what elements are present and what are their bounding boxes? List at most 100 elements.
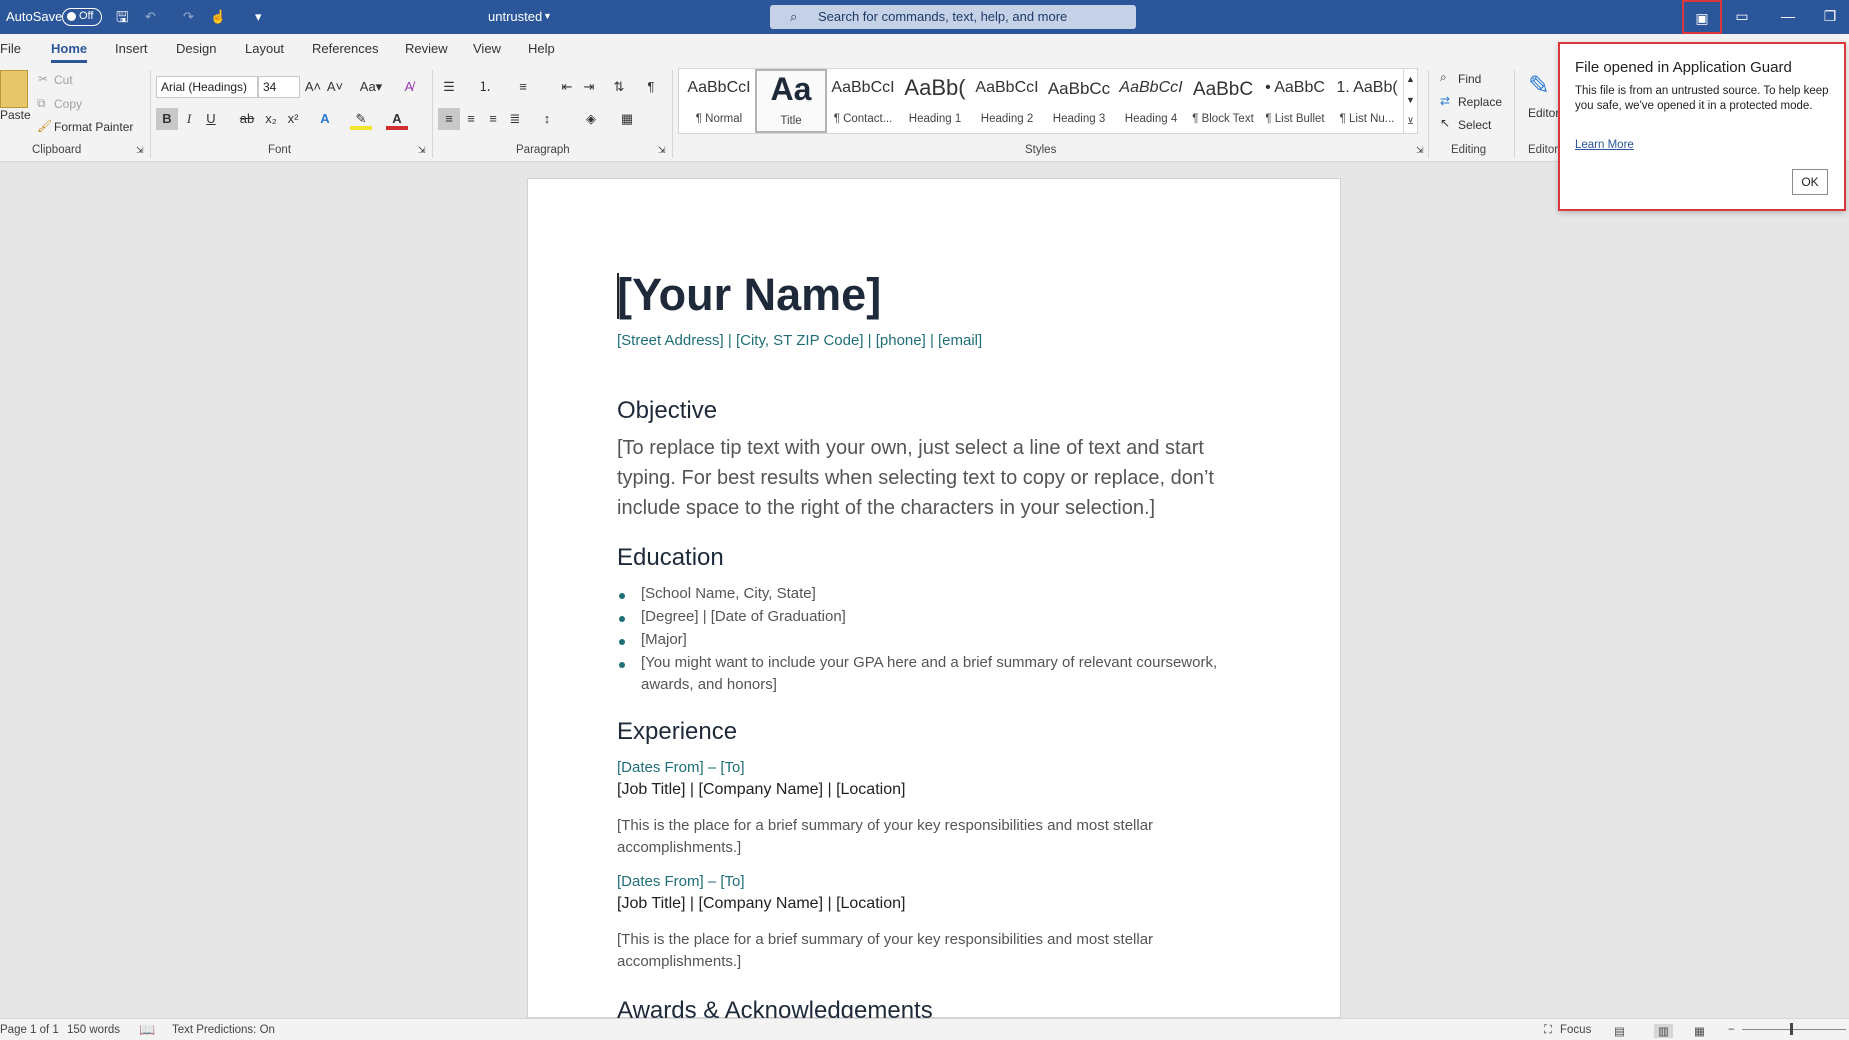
- education-item[interactable]: [You might want to include your GPA here…: [641, 654, 1217, 671]
- minimize-icon[interactable]: —: [1768, 0, 1808, 34]
- application-guard-icon[interactable]: ▣: [1682, 0, 1722, 34]
- education-item[interactable]: [School Name, City, State]: [641, 585, 816, 602]
- style-heading-1[interactable]: AaBb(Heading 1: [899, 69, 971, 133]
- justify-icon[interactable]: ≣: [504, 108, 526, 130]
- style-list-bullet[interactable]: • AaBbC ¶ List Bullet: [1259, 69, 1331, 133]
- style-heading-2[interactable]: AaBbCcI Heading 2: [971, 69, 1043, 133]
- copy-icon[interactable]: ⧉: [37, 96, 46, 111]
- education-item-continued[interactable]: awards, and honors]: [641, 676, 777, 693]
- job-title[interactable]: [Job Title] | [Company Name] | [Location…: [617, 895, 905, 913]
- tab-file[interactable]: File: [0, 41, 21, 56]
- shading-icon[interactable]: ◈: [580, 108, 602, 130]
- font-color-icon[interactable]: A: [386, 108, 408, 130]
- bullets-icon[interactable]: ☰: [438, 76, 460, 98]
- education-heading[interactable]: Education: [617, 544, 724, 572]
- dialog-launcher-icon[interactable]: ⇲: [658, 145, 666, 156]
- paste-button[interactable]: Paste: [0, 108, 31, 122]
- tab-layout[interactable]: Layout: [245, 41, 284, 56]
- tab-view[interactable]: View: [473, 41, 501, 56]
- highlight-icon[interactable]: ✎: [350, 108, 372, 130]
- numbering-icon[interactable]: ⒈: [474, 76, 496, 98]
- style-title[interactable]: Aa Title: [755, 69, 827, 133]
- job-summary-continued[interactable]: accomplishments.]: [617, 839, 741, 856]
- font-name-field[interactable]: Arial (Headings): [156, 76, 258, 98]
- style-list-number[interactable]: 1. AaBb(¶ List Nu...: [1331, 69, 1403, 133]
- document-title[interactable]: untrusted: [488, 9, 542, 24]
- job-title[interactable]: [Job Title] | [Company Name] | [Location…: [617, 781, 905, 799]
- align-center-icon[interactable]: ≡: [460, 108, 482, 130]
- restore-icon[interactable]: ❐: [1810, 0, 1849, 34]
- select-icon[interactable]: ↖: [1440, 116, 1450, 130]
- tab-help[interactable]: Help: [528, 41, 555, 56]
- job-dates[interactable]: [Dates From] – [To]: [617, 759, 745, 776]
- cut-icon[interactable]: ✂: [38, 72, 48, 86]
- chevron-down-icon[interactable]: ▼: [543, 11, 552, 21]
- multilevel-list-icon[interactable]: ≡: [512, 76, 534, 98]
- focus-button[interactable]: Focus: [1560, 1024, 1591, 1036]
- objective-line-3[interactable]: include space to the right of the charac…: [617, 493, 1155, 523]
- customize-toolbar-icon[interactable]: ▾: [255, 9, 262, 25]
- web-layout-icon[interactable]: ▦: [1694, 1024, 1705, 1038]
- objective-line-1[interactable]: [To replace tip text with your own, just…: [617, 433, 1204, 463]
- style-heading-4[interactable]: AaBbCcI Heading 4: [1115, 69, 1187, 133]
- undo-icon[interactable]: ↶: [145, 9, 156, 25]
- dialog-launcher-icon[interactable]: ⇲: [1416, 145, 1424, 156]
- font-size-field[interactable]: 34: [258, 76, 300, 98]
- select-button[interactable]: Select: [1458, 118, 1491, 132]
- strikethrough-icon[interactable]: ab: [236, 108, 258, 130]
- style-block-text[interactable]: AaBbC ¶ Block Text: [1187, 69, 1259, 133]
- find-icon[interactable]: ⌕: [1440, 70, 1447, 85]
- education-item[interactable]: [Degree] | [Date of Graduation]: [641, 608, 846, 625]
- tab-design[interactable]: Design: [176, 41, 216, 56]
- objective-heading[interactable]: Objective: [617, 397, 717, 425]
- format-painter-icon[interactable]: 🖌: [37, 119, 52, 133]
- redo-icon[interactable]: ↷: [183, 9, 194, 25]
- dialog-launcher-icon[interactable]: ⇲: [418, 145, 426, 156]
- read-mode-icon[interactable]: ▤: [1614, 1024, 1625, 1038]
- objective-line-2[interactable]: typing. For best results when selecting …: [617, 463, 1214, 493]
- focus-icon[interactable]: ⛶: [1544, 1024, 1552, 1037]
- resume-name[interactable]: [Your Name]: [617, 269, 881, 321]
- cut-button[interactable]: Cut: [54, 73, 73, 87]
- word-count[interactable]: 150 words: [67, 1024, 120, 1036]
- education-item[interactable]: [Major]: [641, 631, 687, 648]
- zoom-slider[interactable]: [1742, 1029, 1846, 1030]
- align-right-icon[interactable]: ≡: [482, 108, 504, 130]
- autosave-toggle[interactable]: Off: [62, 8, 102, 26]
- experience-heading[interactable]: Experience: [617, 718, 737, 746]
- grow-font-icon[interactable]: A˄: [302, 76, 324, 98]
- style-contact[interactable]: AaBbCcI ¶ Contact...: [827, 69, 899, 133]
- bold-icon[interactable]: B: [156, 108, 178, 130]
- show-formatting-icon[interactable]: ¶: [640, 76, 662, 98]
- replace-icon[interactable]: ⇄: [1440, 94, 1450, 108]
- styles-scroll[interactable]: ▲ ▼ ⊻: [1403, 69, 1417, 133]
- text-predictions[interactable]: Text Predictions: On: [172, 1024, 275, 1036]
- change-case-icon[interactable]: Aa▾: [356, 76, 386, 98]
- replace-button[interactable]: Replace: [1458, 95, 1502, 109]
- job-summary-continued[interactable]: accomplishments.]: [617, 953, 741, 970]
- job-summary[interactable]: [This is the place for a brief summary o…: [617, 817, 1153, 834]
- sort-icon[interactable]: ⇅: [608, 76, 630, 98]
- style-normal[interactable]: AaBbCcI ¶ Normal: [683, 69, 755, 133]
- increase-indent-icon[interactable]: ⇥: [578, 76, 600, 98]
- editor-button[interactable]: Editor: [1528, 106, 1559, 120]
- learn-more-link[interactable]: Learn More: [1575, 139, 1634, 151]
- proofing-icon[interactable]: 📖: [139, 1022, 155, 1038]
- decrease-indent-icon[interactable]: ⇤: [556, 76, 578, 98]
- clear-formatting-icon[interactable]: A̸: [398, 76, 420, 98]
- ribbon-display-icon[interactable]: ▭: [1722, 0, 1762, 34]
- touch-mode-icon[interactable]: ☝: [210, 9, 226, 25]
- job-summary[interactable]: [This is the place for a brief summary o…: [617, 931, 1153, 948]
- text-effects-icon[interactable]: A: [314, 108, 336, 130]
- editor-icon[interactable]: ✎: [1528, 70, 1550, 101]
- zoom-slider-thumb[interactable]: [1790, 1023, 1793, 1035]
- underline-icon[interactable]: U: [200, 108, 222, 130]
- format-painter-button[interactable]: Format Painter: [54, 120, 133, 134]
- dialog-launcher-icon[interactable]: ⇲: [136, 145, 144, 156]
- align-left-icon[interactable]: ≡: [438, 108, 460, 130]
- find-button[interactable]: Find: [1458, 72, 1481, 86]
- tab-review[interactable]: Review: [405, 41, 448, 56]
- copy-button[interactable]: Copy: [54, 97, 82, 111]
- shrink-font-icon[interactable]: A˅: [324, 76, 346, 98]
- subscript-icon[interactable]: x₂: [260, 108, 282, 130]
